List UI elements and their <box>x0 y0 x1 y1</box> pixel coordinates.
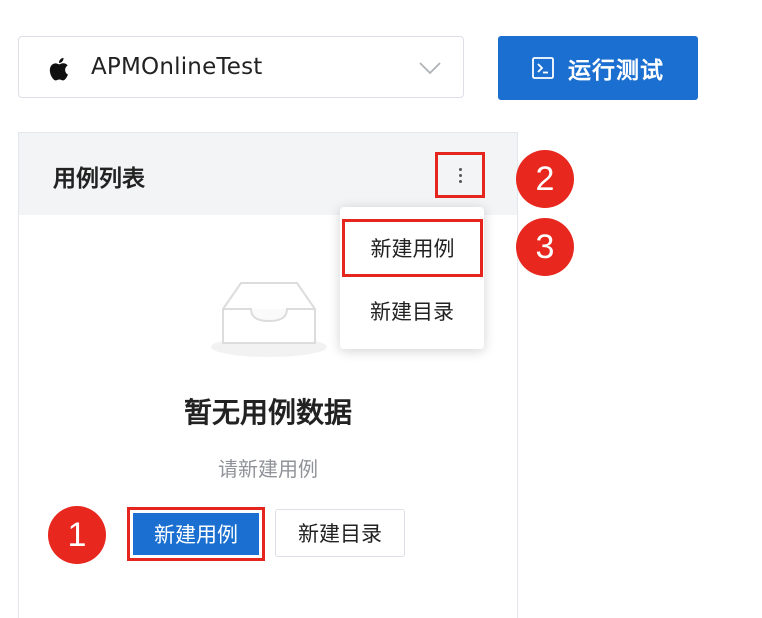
menu-item-new-case[interactable]: 新建用例 <box>342 219 483 277</box>
more-options-button[interactable] <box>435 152 485 198</box>
run-test-label: 运行测试 <box>568 58 664 84</box>
step-marker-1: 1 <box>48 506 106 564</box>
empty-subtitle: 请新建用例 <box>218 457 318 481</box>
app-name: APMOnlineTest <box>91 54 263 80</box>
terminal-icon <box>532 57 554 79</box>
panel-title: 用例列表 <box>53 166 145 192</box>
app-select[interactable]: APMOnlineTest <box>18 36 464 98</box>
more-vertical-icon <box>458 167 462 171</box>
empty-title: 暂无用例数据 <box>183 396 352 429</box>
chevron-down-icon <box>419 62 441 75</box>
more-options-menu: 新建用例 新建目录 <box>340 207 484 349</box>
step-marker-2: 2 <box>516 150 574 208</box>
new-directory-button[interactable]: 新建目录 <box>275 509 405 557</box>
run-test-button[interactable]: 运行测试 <box>498 36 698 100</box>
empty-inbox-icon <box>211 282 327 357</box>
new-case-button[interactable]: 新建用例 <box>127 507 265 561</box>
apple-icon <box>49 57 68 81</box>
step-marker-3: 3 <box>516 218 574 276</box>
panel-header: 用例列表 <box>19 133 517 215</box>
screen: APMOnlineTest 运行测试 用例列表 暂无用例数据 请新建用例 新建用… <box>0 0 762 618</box>
menu-item-new-directory[interactable]: 新建目录 <box>340 287 484 335</box>
new-case-label: 新建用例 <box>133 513 259 555</box>
